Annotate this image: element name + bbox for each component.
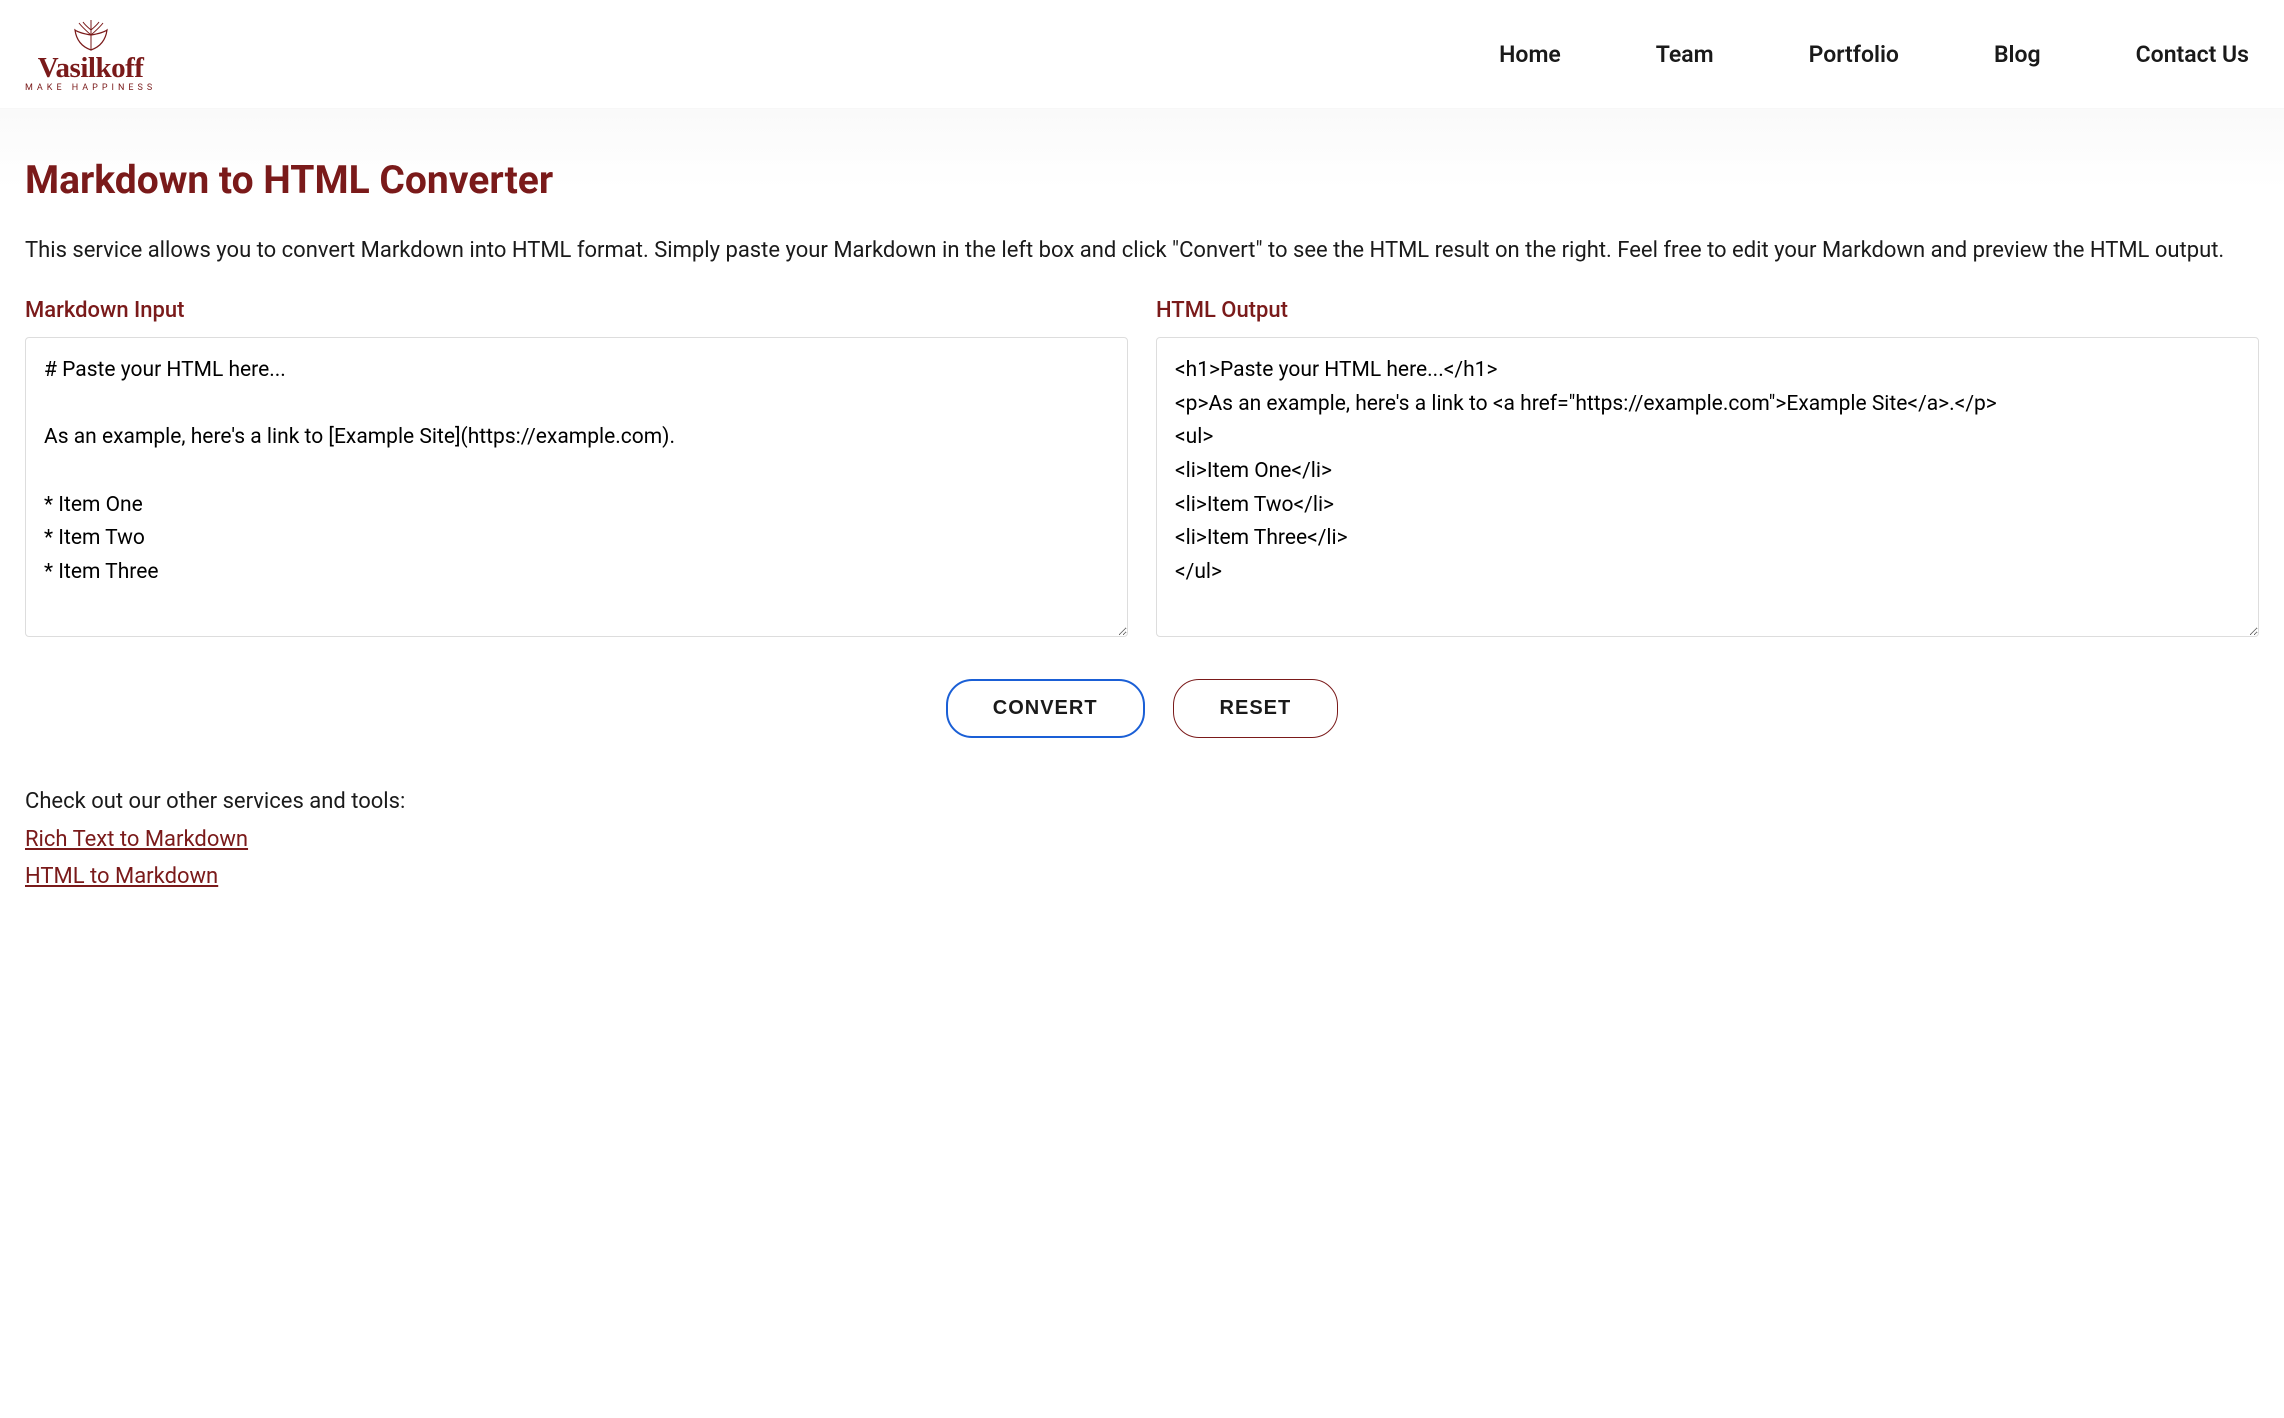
page-description: This service allows you to convert Markd… [25, 233, 2259, 268]
site-header: Vasilkoff MAKE HAPPINESS Home Team Portf… [0, 0, 2284, 109]
html-output[interactable] [1156, 337, 2259, 637]
output-panel: HTML Output [1156, 298, 2259, 641]
reset-button[interactable]: RESET [1173, 679, 1339, 738]
action-buttons: CONVERT RESET [25, 679, 2259, 738]
page-title: Markdown to HTML Converter [25, 157, 2259, 203]
nav-portfolio[interactable]: Portfolio [1809, 41, 1899, 68]
nav-team[interactable]: Team [1656, 41, 1714, 68]
related-intro: Check out our other services and tools: [25, 783, 2259, 820]
brand-name: Vasilkoff [38, 52, 144, 85]
main-nav: Home Team Portfolio Blog Contact Us [1499, 41, 2259, 68]
input-label: Markdown Input [25, 298, 1128, 323]
convert-button[interactable]: CONVERT [946, 679, 1145, 738]
nav-blog[interactable]: Blog [1994, 41, 2041, 68]
input-panel: Markdown Input [25, 298, 1128, 641]
markdown-input[interactable] [25, 337, 1128, 637]
main-content: Markdown to HTML Converter This service … [0, 109, 2284, 925]
related-links: Check out our other services and tools: … [25, 783, 2259, 895]
brand-tagline: MAKE HAPPINESS [25, 83, 156, 93]
output-label: HTML Output [1156, 298, 2259, 323]
leaf-icon [67, 15, 115, 55]
link-html-to-markdown[interactable]: HTML to Markdown [25, 858, 2259, 895]
page-body: Markdown to HTML Converter This service … [0, 109, 2284, 925]
link-rich-text-to-markdown[interactable]: Rich Text to Markdown [25, 821, 2259, 858]
nav-home[interactable]: Home [1499, 41, 1561, 68]
converter-grid: Markdown Input HTML Output [25, 298, 2259, 641]
nav-contact[interactable]: Contact Us [2136, 41, 2249, 68]
brand-logo[interactable]: Vasilkoff MAKE HAPPINESS [25, 15, 156, 93]
